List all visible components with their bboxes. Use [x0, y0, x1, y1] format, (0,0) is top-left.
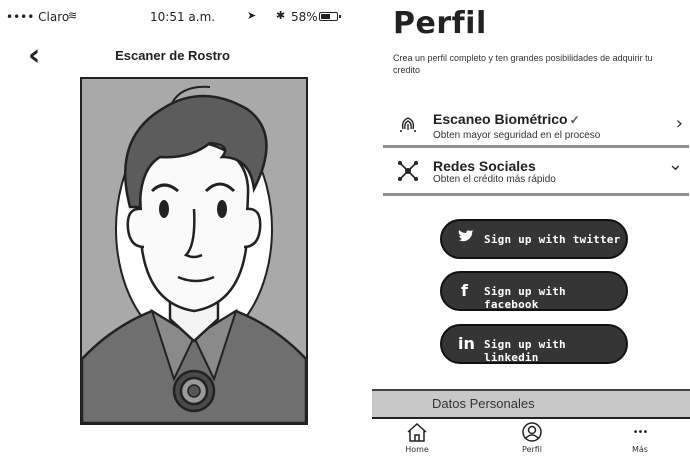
tab-label: Más — [632, 445, 648, 454]
face-scanner-screen: •••• Claro ≋ 10:51 a.m. ➤ ✱ 58% ‹ Escane… — [0, 0, 345, 455]
home-icon — [382, 421, 452, 447]
row-description: Obten mayor seguridad en el proceso — [433, 130, 601, 141]
button-label: Sign up with linkedin — [484, 338, 566, 364]
screen-title: Escaner de Rostro — [115, 48, 230, 63]
page-title: Perfil — [393, 6, 487, 41]
carrier-label: •••• Claro — [6, 10, 70, 24]
battery-icon — [319, 12, 341, 21]
facebook-icon: f — [461, 281, 468, 300]
biometric-scan-row[interactable]: Escaneo Biométrico ✓ Obten mayor segurida… — [383, 103, 689, 151]
chevron-right-icon: › — [675, 113, 683, 134]
twitter-signup-button[interactable]: Sign up with twitter — [440, 219, 628, 259]
row-divider — [383, 193, 689, 196]
tab-home[interactable]: Home — [382, 419, 452, 457]
face-illustration — [82, 85, 306, 423]
tab-perfil[interactable]: Perfil — [497, 419, 567, 457]
row-description: Obten el crédito más rápido — [433, 174, 556, 185]
button-label: Sign up with facebook — [484, 285, 566, 311]
status-time: 10:51 a.m. — [150, 10, 216, 24]
linkedin-icon: in — [458, 334, 475, 353]
tab-label: Perfil — [521, 445, 542, 454]
tab-mas[interactable]: ••• Más — [605, 419, 675, 457]
network-icon — [397, 160, 419, 182]
profile-screen: Perfil Crea un perfil completo y ten gra… — [345, 0, 690, 457]
profile-icon — [497, 421, 567, 447]
face-photo-frame — [80, 77, 308, 425]
tab-bar: Home Perfil ••• Más — [372, 417, 690, 457]
page-subtitle: Crea un perfil completo y ten grandes po… — [393, 53, 653, 75]
check-icon: ✓ — [569, 113, 580, 127]
section-label: Datos Personales — [432, 396, 535, 411]
location-icon: ➤ — [247, 9, 257, 22]
wifi-icon: ≋ — [68, 9, 78, 22]
row-divider — [383, 145, 689, 148]
twitter-icon — [458, 229, 474, 248]
status-bar: •••• Claro ≋ 10:51 a.m. ➤ ✱ 58% — [0, 0, 345, 28]
button-label: Sign up with twitter — [484, 233, 621, 246]
chevron-down-icon: ⌄ — [667, 154, 683, 175]
social-networks-row[interactable]: Redes Sociales Obten el crédito más rápi… — [383, 150, 689, 198]
nav-bar: ‹ Escaner de Rostro — [0, 38, 345, 76]
row-label: Redes Sociales — [433, 158, 536, 174]
row-label: Escaneo Biométrico ✓ — [433, 111, 580, 127]
linkedin-signup-button[interactable]: in Sign up with linkedin — [440, 324, 628, 364]
bluetooth-icon: ✱ — [276, 9, 286, 22]
tab-label: Home — [405, 445, 429, 454]
facebook-signup-button[interactable]: f Sign up with facebook — [440, 271, 628, 311]
more-icon: ••• — [632, 427, 649, 438]
personal-data-section[interactable]: Datos Personales — [372, 389, 690, 417]
fingerprint-icon — [397, 113, 419, 135]
battery-percentage: 58% — [291, 10, 318, 24]
